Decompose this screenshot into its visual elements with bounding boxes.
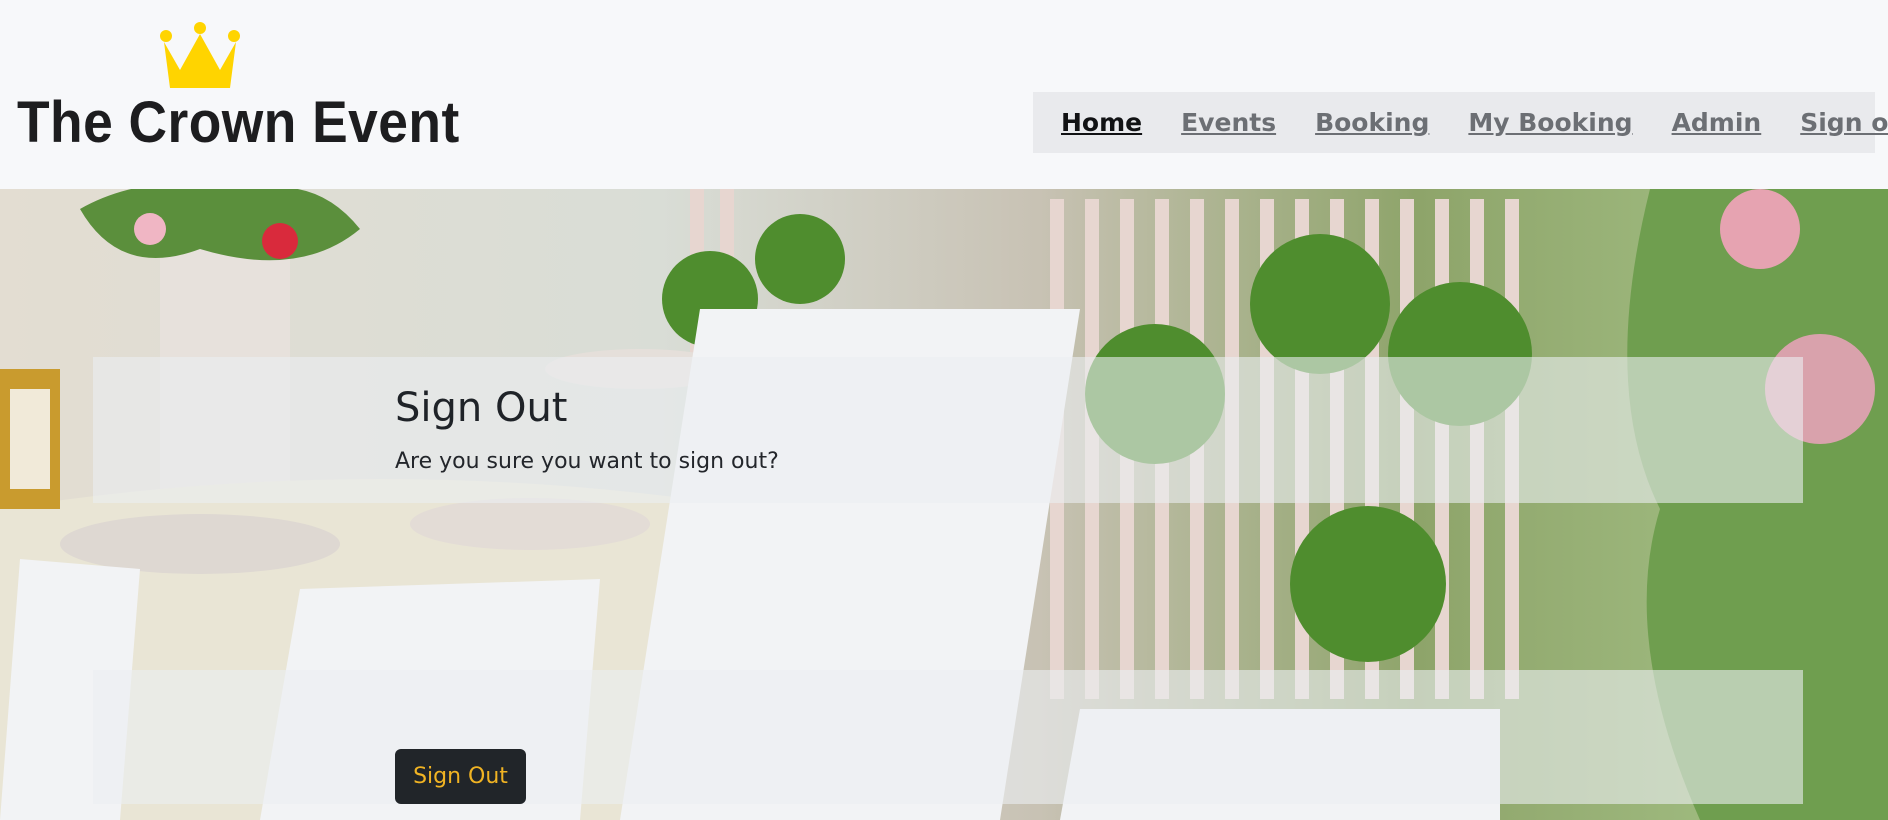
main-nav: Home Events Booking My Booking Admin Sig… [1033, 92, 1888, 153]
nav-sign-out[interactable]: Sign out [1800, 108, 1888, 137]
hero-background: Sign Out Are you sure you want to sign o… [0, 189, 1888, 820]
sign-out-form-panel [93, 670, 1803, 804]
page-title: Sign Out [395, 385, 568, 431]
site-header: The Crown Event Home Events Booking My B… [0, 0, 1888, 189]
sign-out-header-panel [93, 357, 1803, 503]
nav-admin[interactable]: Admin [1672, 108, 1762, 137]
nav-booking[interactable]: Booking [1315, 108, 1429, 137]
page: The Crown Event Home Events Booking My B… [0, 0, 1888, 820]
crown-icon [160, 22, 240, 88]
nav-events[interactable]: Events [1181, 108, 1276, 137]
brand-name: The Crown Event [17, 90, 460, 155]
sign-out-button[interactable]: Sign Out [395, 749, 526, 804]
confirmation-message: Are you sure you want to sign out? [395, 449, 779, 474]
nav-home[interactable]: Home [1061, 108, 1142, 137]
site-logo[interactable]: The Crown Event [0, 0, 480, 189]
nav-my-booking[interactable]: My Booking [1468, 108, 1632, 137]
